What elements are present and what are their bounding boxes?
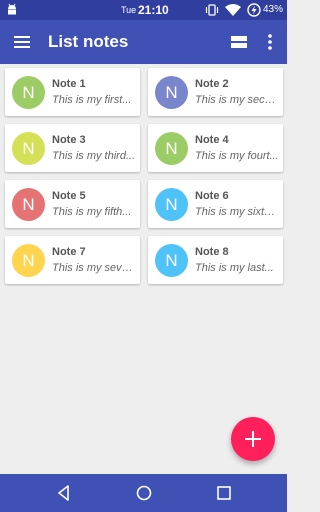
note-title: Note 3 [52,134,86,146]
view-list-icon[interactable] [229,32,249,52]
note-preview: This is my fifth... [52,206,132,218]
android-icon [8,3,16,15]
note-avatar: N [12,188,45,221]
note-preview: This is my seve... [52,262,136,274]
notes-grid: N Note 1 This is my first... N Note 2 Th… [5,68,283,284]
note-avatar: N [155,132,188,165]
note-title: Note 7 [52,246,86,258]
wifi-icon [225,4,241,16]
back-icon[interactable] [55,484,73,502]
battery-percent: 43% [262,4,283,15]
note-title: Note 5 [52,190,86,202]
note-preview: This is my third... [52,150,136,162]
status-bar: Tue 21:10 43% [0,0,287,20]
note-card[interactable]: N Note 1 This is my first... [5,68,140,116]
vibrate-icon [205,4,219,16]
note-preview: This is my first... [52,94,132,106]
note-title: Note 4 [195,134,229,146]
note-card[interactable]: N Note 8 This is my last... [148,236,283,284]
note-preview: This is my sixth... [195,206,279,218]
add-icon [245,431,261,447]
note-avatar: N [12,244,45,277]
add-note-button[interactable] [231,417,275,461]
note-title: Note 1 [52,78,86,90]
battery-charging-icon [247,3,261,17]
note-title: Note 8 [195,246,229,258]
note-card[interactable]: N Note 3 This is my third... [5,124,140,172]
note-avatar: N [12,76,45,109]
note-title: Note 2 [195,78,229,90]
status-day: Tue [121,5,137,15]
menu-icon[interactable] [12,32,32,52]
note-card[interactable]: N Note 5 This is my fifth... [5,180,140,228]
note-card[interactable]: N Note 7 This is my seve... [5,236,140,284]
note-preview: This is my seco... [195,94,279,106]
note-card[interactable]: N Note 4 This is my fourt... [148,124,283,172]
note-card[interactable]: N Note 2 This is my seco... [148,68,283,116]
home-icon[interactable] [135,484,153,502]
note-card[interactable]: N Note 6 This is my sixth... [148,180,283,228]
app-bar: List notes [0,20,287,64]
note-avatar: N [155,244,188,277]
note-avatar: N [155,188,188,221]
note-title: Note 6 [195,190,229,202]
status-icons [205,3,261,17]
page-title: List notes [48,32,129,51]
status-time: 21:10 [138,3,169,17]
note-avatar: N [155,76,188,109]
note-preview: This is my fourt... [195,150,279,162]
system-nav-bar [0,474,287,512]
recents-icon[interactable] [215,484,233,502]
note-preview: This is my last... [195,262,274,274]
more-vert-icon[interactable] [263,32,277,52]
note-avatar: N [12,132,45,165]
